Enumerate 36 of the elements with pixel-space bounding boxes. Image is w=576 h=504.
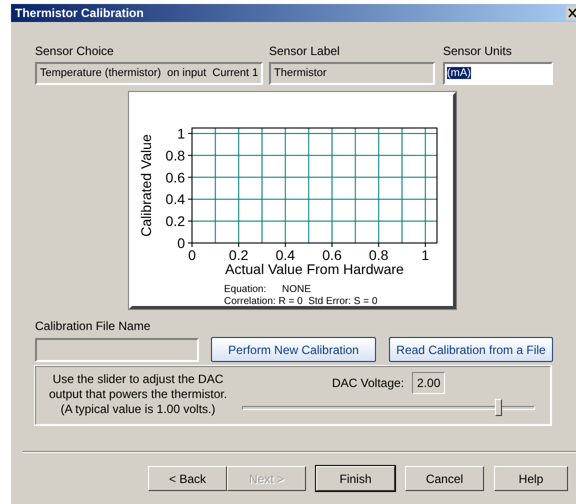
slider-instructions: Use the slider to adjust the DAC output that powers the thermistor. (A typical value is 1.00 volts.) bbox=[48, 372, 228, 418]
finish-button[interactable]: Finish bbox=[316, 466, 395, 491]
slider-thumb[interactable] bbox=[495, 399, 502, 416]
field-label: Sensor Label bbox=[269, 44, 341, 58]
sensor-label-field: Thermistor bbox=[269, 62, 435, 85]
perform-calibration-button[interactable]: Perform New Calibration bbox=[211, 337, 376, 362]
field-label: Sensor Units bbox=[443, 44, 513, 58]
x-tick-label: 0.6 bbox=[322, 247, 342, 263]
cancel-button[interactable]: Cancel bbox=[405, 466, 484, 491]
sensor-units-field[interactable]: (mA) bbox=[443, 62, 553, 85]
field-label: Calibration File Name bbox=[35, 319, 152, 333]
field-label: Sensor Choice bbox=[35, 44, 115, 58]
window-title: Thermistor Calibration bbox=[15, 5, 144, 22]
equation-label: Equation: bbox=[224, 284, 266, 295]
x-tick-label: 0.2 bbox=[228, 247, 248, 263]
equation-value: NONE bbox=[282, 284, 311, 295]
help-button[interactable]: Help bbox=[494, 466, 568, 491]
dac-voltage-label: DAC Voltage: bbox=[332, 375, 404, 392]
statistics-text: Correlation: R = 0 Std Error: S = 0 bbox=[224, 296, 378, 307]
y-tick-label: 1 bbox=[177, 125, 185, 142]
dac-voltage-value: 2.00 bbox=[412, 372, 446, 394]
sensor-choice-field: Temperature (thermistor) on input Current 1 bbox=[35, 62, 263, 85]
y-tick-label: 0.6 bbox=[166, 169, 185, 186]
x-tick-label: 1 bbox=[421, 247, 430, 263]
y-axis-title: Calibrated Value bbox=[138, 134, 154, 237]
read-calibration-button[interactable]: Read Calibration from a File bbox=[389, 337, 553, 362]
y-tick-label: 0.2 bbox=[166, 213, 185, 230]
back-button[interactable]: < Back bbox=[148, 466, 227, 491]
x-tick-label: 0.8 bbox=[368, 247, 388, 263]
close-icon[interactable] bbox=[566, 6, 576, 20]
x-tick-label: 0 bbox=[188, 247, 196, 263]
x-tick-label: 0.4 bbox=[276, 247, 296, 263]
y-tick-label: 0 bbox=[177, 235, 185, 251]
y-tick-label: 0.4 bbox=[166, 191, 185, 208]
x-axis-title: Actual Value From Hardware bbox=[225, 261, 404, 277]
y-tick-label: 0.8 bbox=[166, 147, 185, 164]
